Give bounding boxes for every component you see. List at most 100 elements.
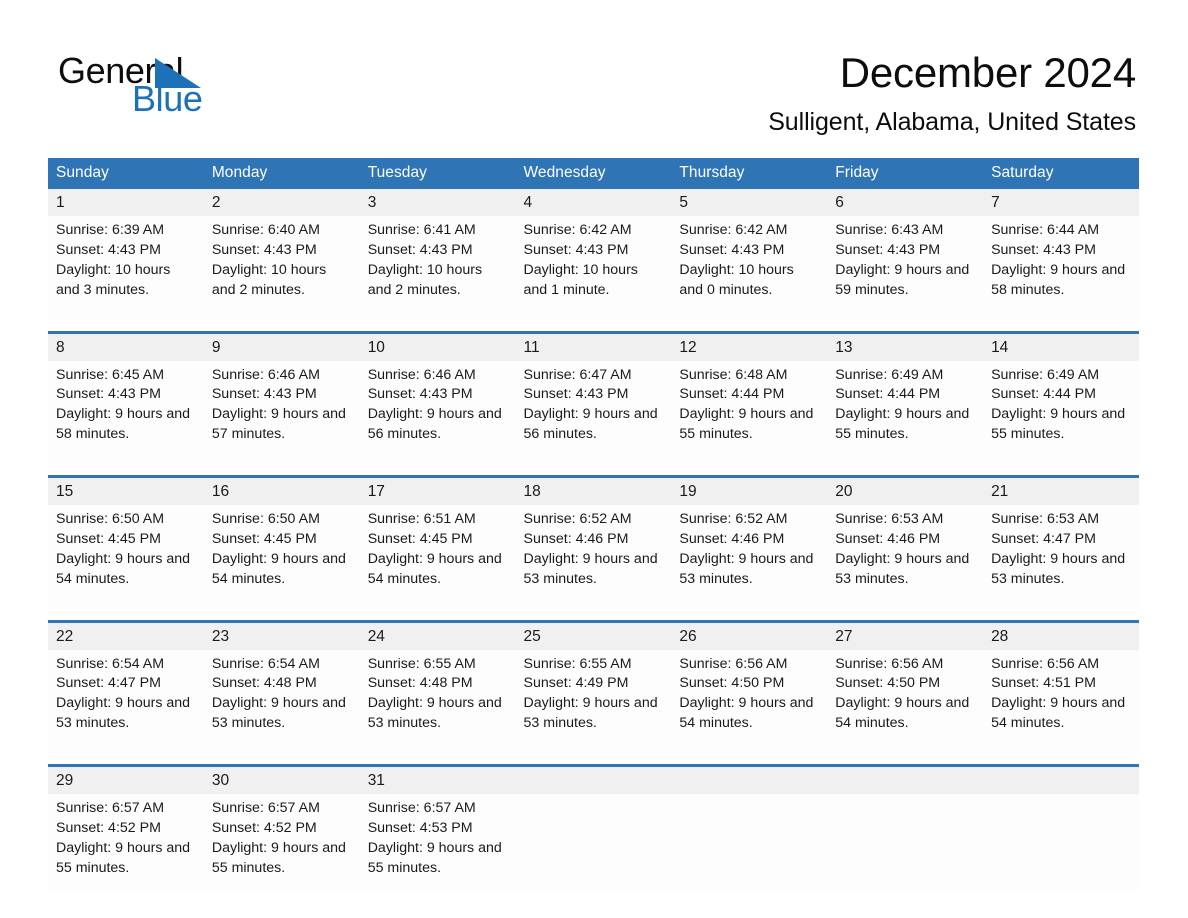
day-cell[interactable]: Sunrise: 6:53 AM Sunset: 4:46 PM Dayligh… (827, 505, 984, 609)
day-cell[interactable]: Sunrise: 6:55 AM Sunset: 4:49 PM Dayligh… (515, 649, 672, 754)
day-cell[interactable]: Sunrise: 6:57 AM Sunset: 4:52 PM Dayligh… (48, 794, 204, 890)
day-cell[interactable]: Sunrise: 6:54 AM Sunset: 4:48 PM Dayligh… (203, 649, 360, 754)
sunrise-text: Sunrise: 6:54 AM (56, 655, 165, 672)
sunset-text: Sunset: 4:45 PM (56, 530, 161, 547)
daylight-text: Daylight: 9 hours and 58 minutes. (56, 406, 191, 443)
sunrise-text: Sunrise: 6:56 AM (835, 655, 944, 672)
day-number[interactable]: 24 (359, 619, 516, 650)
sunset-text: Sunset: 4:46 PM (679, 530, 785, 547)
day-number[interactable]: 18 (515, 475, 672, 505)
day-cell[interactable]: Sunrise: 6:52 AM Sunset: 4:46 PM Dayligh… (515, 505, 672, 609)
day-number[interactable]: 12 (671, 330, 828, 361)
day-cell[interactable]: Sunrise: 6:50 AM Sunset: 4:45 PM Dayligh… (203, 505, 360, 609)
day-number[interactable]: 14 (983, 330, 1139, 361)
week-1-detail-row: Sunrise: 6:39 AM Sunset: 4:43 PM Dayligh… (48, 216, 1139, 320)
day-number[interactable]: 29 (48, 764, 204, 794)
day-cell[interactable]: Sunrise: 6:41 AM Sunset: 4:43 PM Dayligh… (359, 216, 516, 320)
sunrise-text: Sunrise: 6:45 AM (56, 366, 165, 383)
day-cell[interactable]: Sunrise: 6:46 AM Sunset: 4:43 PM Dayligh… (203, 360, 360, 465)
day-cell[interactable]: Sunrise: 6:39 AM Sunset: 4:43 PM Dayligh… (48, 216, 204, 320)
daylight-text: Daylight: 9 hours and 55 minutes. (679, 406, 814, 443)
day-number[interactable]: 26 (671, 619, 828, 650)
sunrise-text: Sunrise: 6:43 AM (835, 222, 944, 238)
day-cell[interactable]: Sunrise: 6:53 AM Sunset: 4:47 PM Dayligh… (983, 505, 1139, 609)
day-number[interactable]: 20 (827, 475, 984, 505)
day-number[interactable]: 6 (827, 189, 984, 216)
day-number[interactable]: 8 (48, 330, 204, 361)
sunset-text: Sunset: 4:44 PM (991, 386, 1096, 403)
weekday-header-monday: Monday (203, 158, 360, 189)
sunset-text: Sunset: 4:43 PM (56, 241, 161, 258)
day-cell[interactable]: Sunrise: 6:57 AM Sunset: 4:52 PM Dayligh… (203, 794, 360, 890)
day-number[interactable]: 3 (359, 189, 516, 216)
day-cell[interactable]: Sunrise: 6:49 AM Sunset: 4:44 PM Dayligh… (827, 360, 984, 465)
day-number[interactable]: 7 (983, 189, 1139, 216)
generalblue-logo[interactable]: General Blue (58, 52, 318, 118)
day-number[interactable]: 11 (515, 330, 672, 361)
sunset-text: Sunset: 4:49 PM (523, 675, 629, 692)
day-cell[interactable]: Sunrise: 6:49 AM Sunset: 4:44 PM Dayligh… (983, 360, 1139, 465)
sunset-text: Sunset: 4:47 PM (991, 530, 1096, 547)
week-2-detail-row: Sunrise: 6:45 AM Sunset: 4:43 PM Dayligh… (48, 360, 1139, 465)
day-number[interactable]: 21 (983, 475, 1139, 505)
day-cell[interactable]: Sunrise: 6:50 AM Sunset: 4:45 PM Dayligh… (48, 505, 204, 609)
day-number[interactable]: 22 (48, 619, 204, 650)
day-number[interactable]: 31 (359, 764, 516, 794)
day-cell[interactable]: Sunrise: 6:45 AM Sunset: 4:43 PM Dayligh… (48, 360, 204, 465)
day-cell[interactable]: Sunrise: 6:55 AM Sunset: 4:48 PM Dayligh… (359, 649, 516, 754)
sunrise-text: Sunrise: 6:56 AM (679, 655, 788, 672)
day-cell[interactable]: Sunrise: 6:43 AM Sunset: 4:43 PM Dayligh… (827, 216, 984, 320)
daylight-text: Daylight: 9 hours and 55 minutes. (56, 839, 191, 876)
day-cell[interactable]: Sunrise: 6:48 AM Sunset: 4:44 PM Dayligh… (671, 360, 828, 465)
day-number[interactable]: 17 (359, 475, 516, 505)
day-number[interactable]: 23 (203, 619, 360, 650)
day-number[interactable]: 10 (359, 330, 516, 361)
sunset-text: Sunset: 4:53 PM (367, 819, 473, 836)
day-number[interactable]: 1 (48, 189, 204, 216)
day-cell[interactable]: Sunrise: 6:42 AM Sunset: 4:43 PM Dayligh… (515, 216, 672, 320)
day-number[interactable]: 2 (203, 189, 360, 216)
day-cell[interactable]: Sunrise: 6:42 AM Sunset: 4:43 PM Dayligh… (671, 216, 828, 320)
day-cell[interactable]: Sunrise: 6:40 AM Sunset: 4:43 PM Dayligh… (203, 216, 360, 320)
weekday-header-row: Sunday Monday Tuesday Wednesday Thursday… (48, 158, 1139, 189)
day-number[interactable]: 15 (48, 475, 204, 505)
day-number[interactable]: 28 (983, 619, 1139, 650)
day-number[interactable]: 5 (671, 189, 828, 216)
week-spacer (48, 753, 1139, 766)
day-number[interactable]: 27 (827, 619, 984, 650)
daylight-text: Daylight: 10 hours and 0 minutes. (679, 261, 794, 298)
sunrise-text: Sunrise: 6:53 AM (835, 511, 944, 527)
sunset-text: Sunset: 4:43 PM (679, 241, 785, 258)
daylight-text: Daylight: 9 hours and 59 minutes. (835, 261, 970, 298)
day-number-empty (671, 764, 828, 794)
day-cell[interactable]: Sunrise: 6:44 AM Sunset: 4:43 PM Dayligh… (983, 216, 1139, 320)
week-spacer (48, 464, 1139, 477)
day-number[interactable]: 25 (515, 619, 672, 650)
sunrise-text: Sunrise: 6:50 AM (56, 511, 165, 527)
daylight-text: Daylight: 9 hours and 55 minutes. (991, 406, 1126, 443)
weekday-header-tuesday: Tuesday (359, 158, 516, 189)
sunrise-text: Sunrise: 6:51 AM (367, 511, 476, 527)
day-cell[interactable]: Sunrise: 6:46 AM Sunset: 4:43 PM Dayligh… (359, 360, 516, 465)
week-4-daynumber-row: 22 23 24 25 26 27 28 (48, 619, 1139, 650)
day-number[interactable]: 19 (671, 475, 828, 505)
day-cell[interactable]: Sunrise: 6:54 AM Sunset: 4:47 PM Dayligh… (48, 649, 204, 754)
day-cell[interactable]: Sunrise: 6:56 AM Sunset: 4:51 PM Dayligh… (983, 649, 1139, 754)
day-cell[interactable]: Sunrise: 6:56 AM Sunset: 4:50 PM Dayligh… (671, 649, 828, 754)
day-cell[interactable]: Sunrise: 6:47 AM Sunset: 4:43 PM Dayligh… (515, 360, 672, 465)
daylight-text: Daylight: 9 hours and 55 minutes. (835, 406, 970, 443)
sunrise-text: Sunrise: 6:49 AM (835, 366, 944, 383)
day-cell[interactable]: Sunrise: 6:51 AM Sunset: 4:45 PM Dayligh… (359, 505, 516, 609)
day-cell[interactable]: Sunrise: 6:56 AM Sunset: 4:50 PM Dayligh… (827, 649, 984, 754)
day-cell[interactable]: Sunrise: 6:52 AM Sunset: 4:46 PM Dayligh… (671, 505, 828, 609)
sunrise-text: Sunrise: 6:52 AM (679, 511, 788, 527)
sunset-text: Sunset: 4:51 PM (991, 675, 1096, 692)
page-masthead: General Blue December 2024 Sulligent, Al… (0, 0, 1188, 136)
day-number[interactable]: 16 (203, 475, 360, 505)
day-number[interactable]: 30 (203, 764, 360, 794)
day-number[interactable]: 9 (203, 330, 360, 361)
sunset-text: Sunset: 4:43 PM (991, 241, 1096, 258)
day-number[interactable]: 4 (515, 189, 672, 216)
day-number[interactable]: 13 (827, 330, 984, 361)
day-cell[interactable]: Sunrise: 6:57 AM Sunset: 4:53 PM Dayligh… (359, 794, 516, 890)
